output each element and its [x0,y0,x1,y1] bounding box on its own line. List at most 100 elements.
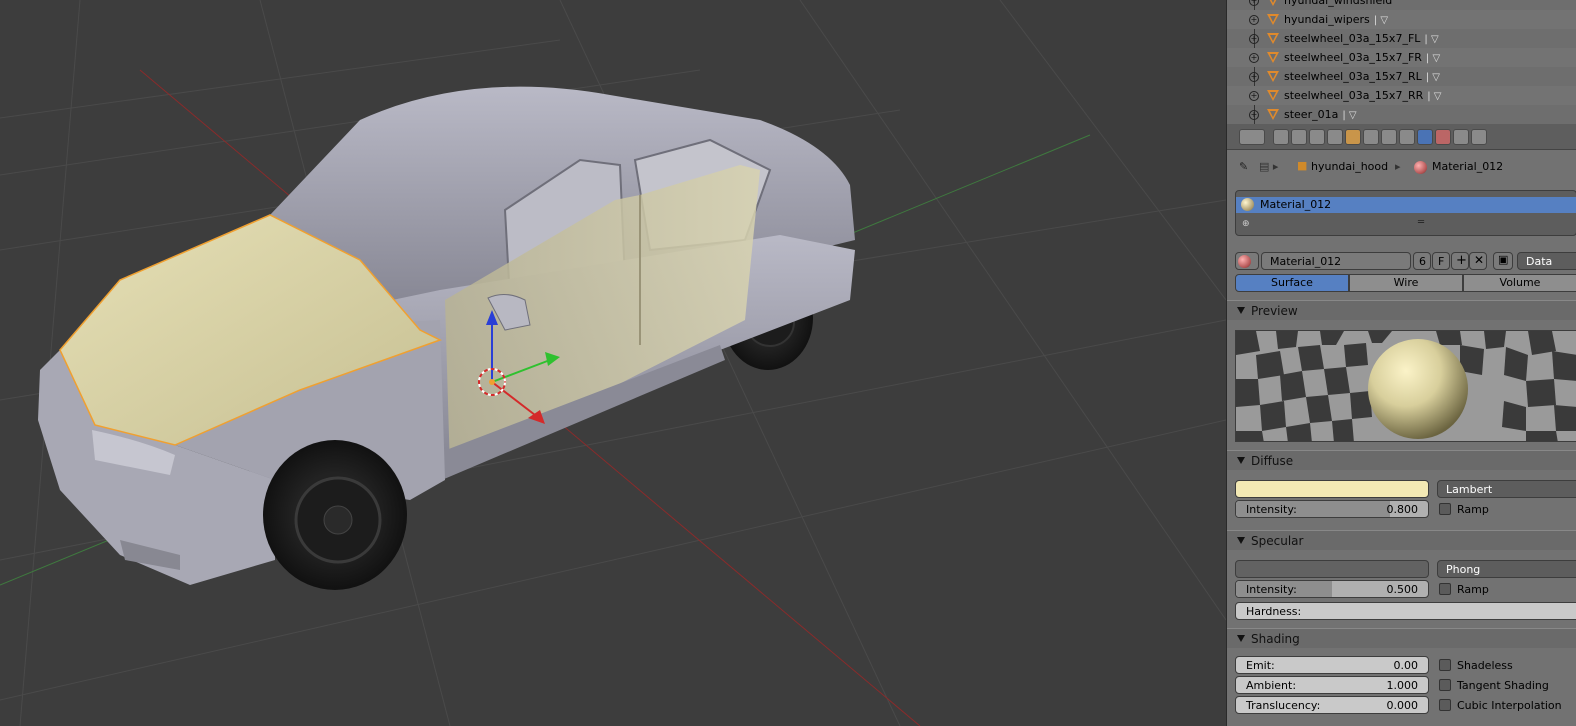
fake-user-button[interactable]: F [1432,252,1450,270]
mesh-object-icon [1267,71,1279,82]
expand-icon[interactable]: + [1249,14,1259,25]
tangent-shading-checkbox[interactable] [1439,679,1451,691]
material-name-field[interactable]: Material_012 [1261,252,1411,270]
add-material-button[interactable]: + [1451,252,1469,270]
material-slot-list[interactable]: Material_012 ⊕ ═ [1235,190,1576,236]
render-layers-tab-icon[interactable] [1291,129,1307,145]
collapse-arrow-icon [1237,457,1245,464]
right-sidebar: + hyundai_windshield + hyundai_wipers | ▽… [1226,0,1576,726]
mesh-data-icon: | ▽ [1425,53,1441,64]
properties-tab-bar [1227,124,1576,150]
shadeless-label: Shadeless [1457,659,1513,672]
mesh-data-icon: | ▽ [1425,72,1440,83]
specular-panel-header[interactable]: Specular [1227,530,1576,550]
outliner-item[interactable]: + hyundai_windshield [1227,0,1576,10]
unlink-material-button[interactable]: ✕ [1469,252,1487,270]
diffuse-ramp-label: Ramp [1457,503,1489,516]
expand-icon[interactable]: + [1249,71,1259,82]
outliner[interactable]: + hyundai_windshield + hyundai_wipers | ▽… [1227,0,1576,124]
cubic-interpolation-checkbox[interactable] [1439,699,1451,711]
outliner-item-name: hyundai_wipers | ▽ [1284,13,1389,26]
outliner-item[interactable]: + steelwheel_03a_15x7_FL | ▽ [1227,29,1576,48]
collapse-arrow-icon [1237,307,1245,314]
outliner-item-name: steelwheel_03a_15x7_FR | ▽ [1284,51,1441,64]
specular-ramp-label: Ramp [1457,583,1489,596]
breadcrumb-material: Material_012 [1432,160,1504,173]
link-type-icon[interactable]: ▣ [1493,252,1513,270]
pin-icon[interactable]: ✎ [1239,160,1248,173]
tangent-shading-label: Tangent Shading [1457,679,1549,692]
outliner-item[interactable]: + steelwheel_03a_15x7_RR | ▽ [1227,86,1576,105]
tab-wire[interactable]: Wire [1349,274,1463,292]
close-icon: ✕ [1474,253,1485,267]
outliner-item[interactable]: + steelwheel_03a_15x7_RL | ▽ [1227,67,1576,86]
mesh-object-icon [1267,52,1279,63]
diffuse-panel-header[interactable]: Diffuse [1227,450,1576,470]
ambient-field[interactable]: Ambient: 1.000 [1235,676,1429,694]
expand-icon[interactable]: + [1249,0,1259,6]
mesh-object-icon [1267,0,1279,6]
material-tab-icon[interactable] [1417,129,1433,145]
viewport-canvas[interactable] [0,0,1226,726]
emit-field[interactable]: Emit: 0.00 [1235,656,1429,674]
expand-icon[interactable]: + [1249,109,1259,120]
constraints-tab-icon[interactable] [1363,129,1379,145]
expand-icon[interactable]: + [1249,33,1259,44]
material-slot[interactable]: Material_012 [1236,197,1576,213]
diffuse-color-swatch[interactable] [1235,480,1429,498]
outliner-item-name: steelwheel_03a_15x7_RR | ▽ [1284,89,1442,102]
preview-panel-header[interactable]: Preview [1227,300,1576,320]
material-icon [1414,161,1427,174]
tab-volume[interactable]: Volume [1463,274,1576,292]
diffuse-ramp-checkbox[interactable] [1439,503,1451,515]
editor-type-icon[interactable] [1239,129,1265,145]
mesh-data-icon: | ▽ [1424,34,1439,45]
plus-icon: + [1456,253,1467,268]
particles-tab-icon[interactable] [1453,129,1469,145]
outliner-item-name: steer_01a | ▽ [1284,108,1357,121]
specular-color-swatch[interactable] [1235,560,1429,578]
preview-sphere [1368,339,1468,439]
specular-shader-dropdown[interactable]: Phong [1437,560,1576,578]
mesh-data-icon: | ▽ [1427,91,1442,102]
car-model[interactable] [38,86,855,590]
properties-editor: ✎ ▤ ▸ ■ hyundai_hood ▸ Material_012 Mate… [1227,124,1576,726]
physics-tab-icon[interactable] [1471,129,1487,145]
material-users-count[interactable]: 6 [1413,252,1431,270]
list-options-icon[interactable]: ⊕ [1242,219,1250,229]
outliner-item-name: steelwheel_03a_15x7_RL | ▽ [1284,70,1440,83]
expand-icon[interactable]: + [1249,52,1259,63]
outliner-item[interactable]: + steer_01a | ▽ [1227,105,1576,124]
material-type-tabs: Surface Wire Volume [1235,274,1576,292]
material-preview [1235,330,1576,442]
shading-panel-header[interactable]: Shading [1227,628,1576,648]
modifiers-tab-icon[interactable] [1381,129,1397,145]
world-tab-icon[interactable] [1327,129,1343,145]
outliner-item[interactable]: + steelwheel_03a_15x7_FR | ▽ [1227,48,1576,67]
diffuse-intensity-slider[interactable]: Intensity: 0.800 [1235,500,1429,518]
scene-icon: ▤ ▸ [1259,160,1279,173]
shadeless-checkbox[interactable] [1439,659,1451,671]
tab-surface[interactable]: Surface [1235,274,1349,292]
resize-handle-icon[interactable]: ═ [1418,217,1424,228]
object-tab-icon[interactable] [1345,129,1361,145]
hardness-slider[interactable]: Hardness: [1235,602,1576,620]
expand-icon[interactable]: + [1249,90,1259,101]
outliner-item[interactable]: + hyundai_wipers | ▽ [1227,10,1576,29]
outliner-item-name: steelwheel_03a_15x7_FL | ▽ [1284,32,1439,45]
mesh-data-icon: | ▽ [1342,110,1357,121]
3d-viewport[interactable] [0,0,1226,726]
scene-tab-icon[interactable] [1309,129,1325,145]
render-tab-icon[interactable] [1273,129,1289,145]
link-dropdown[interactable]: Data [1517,252,1576,270]
translucency-field[interactable]: Translucency: 0.000 [1235,696,1429,714]
specular-ramp-checkbox[interactable] [1439,583,1451,595]
cubic-interpolation-label: Cubic Interpolation [1457,699,1562,712]
material-slot-name: Material_012 [1260,198,1332,211]
specular-intensity-slider[interactable]: Intensity: 0.500 [1235,580,1429,598]
diffuse-shader-dropdown[interactable]: Lambert [1437,480,1576,498]
texture-tab-icon[interactable] [1435,129,1451,145]
material-browse-button[interactable] [1235,252,1259,270]
breadcrumb-separator-icon: ▸ [1395,160,1401,173]
mesh-data-tab-icon[interactable] [1399,129,1415,145]
